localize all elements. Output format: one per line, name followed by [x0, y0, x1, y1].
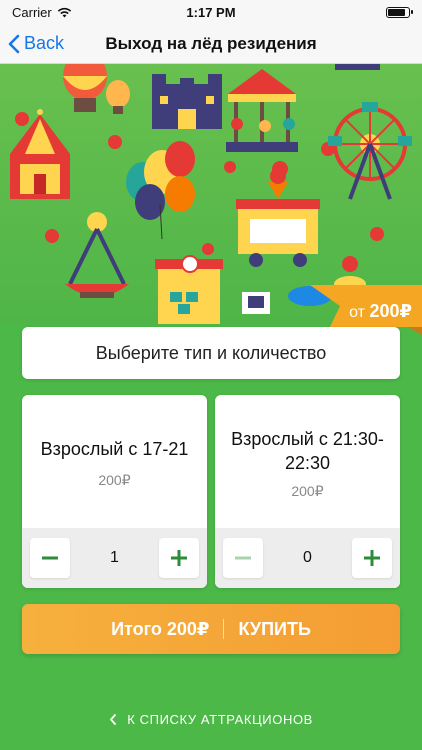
status-bar: Carrier 1:17 PM [0, 0, 422, 24]
shooting-gallery-icon [155, 255, 223, 324]
minus-icon [235, 556, 251, 560]
price-badge: от 200₽ [349, 301, 412, 322]
balloons-icon [126, 141, 195, 240]
plus-icon [364, 550, 380, 566]
back-label: Back [24, 33, 65, 53]
quantity-stepper: 0 [215, 528, 400, 588]
ticket-card-adult-2130-2230: Взрослый с 21:30-22:30 200₽ 0 [215, 395, 400, 588]
ticket-title: Взрослый с 21:30-22:30 [231, 429, 384, 473]
buy-total: Итого 200₽ [111, 618, 210, 639]
ticket-title: Взрослый с 17-21 [40, 439, 189, 459]
wifi-icon [57, 7, 71, 17]
status-left: Carrier [12, 5, 72, 20]
quantity-stepper: 1 [22, 528, 207, 588]
decrease-button[interactable] [30, 538, 70, 578]
hot-air-balloon-icon [63, 64, 130, 114]
ticket-price: 200₽ [291, 483, 324, 499]
decrease-button[interactable] [223, 538, 263, 578]
back-to-attractions-label: К СПИСКУ АТТРАКЦИОНОВ [127, 712, 313, 727]
carrier-label: Carrier [12, 4, 52, 20]
ticket-card-adult-17-21: Взрослый с 17-21 200₽ 1 [22, 395, 207, 588]
ticket-price: 200₽ [98, 472, 131, 488]
chevron-left-icon [110, 714, 116, 725]
quantity-value: 1 [110, 549, 119, 566]
food-truck-icon [236, 168, 320, 267]
buy-separator [223, 619, 225, 639]
back-button[interactable]: Back [0, 33, 64, 54]
battery-fill [388, 8, 406, 16]
buy-button[interactable]: Итого 200₽ КУПИТЬ [22, 604, 400, 654]
ferris-wheel-icon [328, 102, 412, 200]
price-prefix: от [349, 304, 365, 321]
minus-icon [42, 556, 58, 560]
swing-ride-icon [65, 212, 129, 298]
quantity-value: 0 [303, 549, 312, 566]
ticket-type-selector-label: Выберите тип и количество [95, 342, 327, 363]
increase-button[interactable] [159, 538, 199, 578]
back-to-attractions-link[interactable]: К СПИСКУ АТТРАКЦИОНОВ [0, 712, 422, 727]
buy-action-label: КУПИТЬ [238, 618, 311, 639]
castle-icon [152, 74, 222, 129]
price-value: 200₽ [369, 301, 412, 321]
battery-icon [386, 6, 413, 18]
plus-icon [171, 550, 187, 566]
increase-button[interactable] [352, 538, 392, 578]
back-chevron-icon [8, 34, 20, 53]
carousel-icon [226, 69, 298, 152]
ticket-type-selector[interactable]: Выберите тип и количество [22, 327, 400, 379]
nav-bar: Back Выход на лёд резидения [0, 24, 422, 64]
